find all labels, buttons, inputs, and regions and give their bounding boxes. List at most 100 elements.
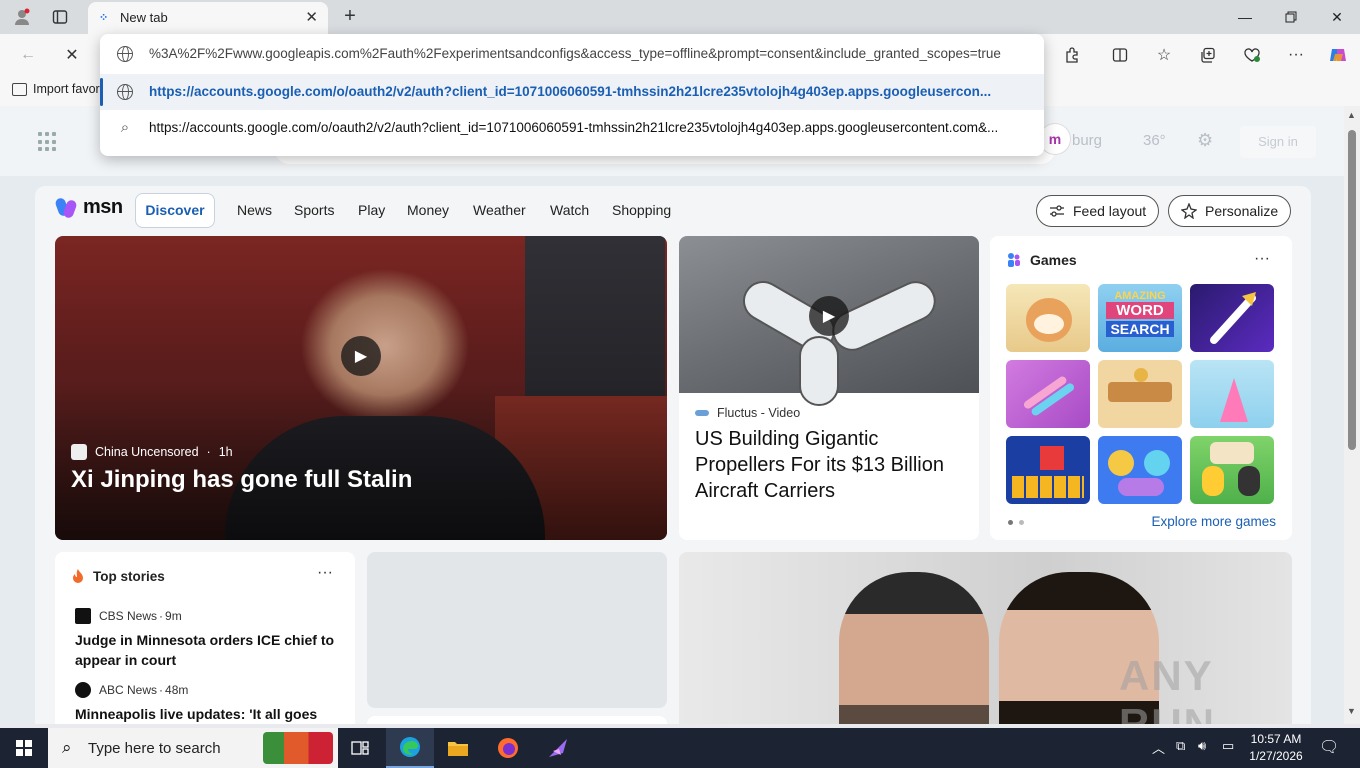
nav-sports[interactable]: Sports	[294, 202, 334, 218]
globe-icon	[117, 46, 133, 62]
game-tile-characters[interactable]	[1190, 436, 1274, 504]
weather-temperature[interactable]: 36°	[1143, 132, 1166, 149]
tab-actions-icon[interactable]	[46, 4, 74, 30]
game-tile-sort-balls[interactable]	[1098, 436, 1182, 504]
hero-source-name: China Uncensored	[95, 445, 199, 459]
clock-date: 1/27/2026	[1249, 749, 1303, 763]
suggestion-url[interactable]: https://accounts.google.com/o/oauth2/v2/…	[100, 74, 1044, 110]
search-icon: ⌕	[120, 119, 130, 136]
personalize-label: Personalize	[1205, 203, 1279, 219]
hero-age: 1h	[218, 445, 233, 459]
title-bar: ⁘ New tab ✕ + — ✕	[0, 0, 1360, 34]
msn-logo[interactable]: msn	[54, 196, 123, 219]
nav-shopping[interactable]: Shopping	[612, 202, 671, 218]
windows-taskbar: ⌕ Type here to search ︿ ⧉ 🔊︎ ▭ 10:57 AM …	[0, 728, 1360, 768]
scroll-down-icon[interactable]: ▼	[1347, 706, 1356, 716]
hero-title[interactable]: Xi Jinping has gone full Stalin	[71, 466, 412, 494]
play-icon[interactable]: ▶	[341, 336, 381, 376]
game-tile-rocket[interactable]	[1190, 284, 1274, 352]
personalize-button[interactable]: Personalize	[1168, 195, 1292, 227]
taskbar-search-placeholder: Type here to search	[88, 740, 221, 757]
search-highlight-image	[263, 732, 333, 764]
copilot-search-icon[interactable]: m	[1040, 124, 1070, 154]
nav-weather[interactable]: Weather	[473, 202, 526, 218]
article-source: Fluctus - Video	[695, 406, 800, 420]
import-favorites-button[interactable]: Import favor	[12, 82, 100, 96]
nav-money[interactable]: Money	[407, 202, 449, 218]
games-more-icon[interactable]: ···	[1254, 250, 1270, 268]
taskbar-search-box[interactable]: ⌕ Type here to search	[48, 728, 338, 768]
sign-in-button[interactable]: Sign in	[1240, 126, 1316, 158]
list-item[interactable]: ABC News · 48m Minneapolis live updates:…	[75, 682, 345, 724]
game-tile-word-search[interactable]: AMAZING WORD SEARCH	[1098, 284, 1182, 352]
firefox-taskbar-icon[interactable]	[484, 728, 532, 768]
story-title: Judge in Minnesota orders ICE chief to a…	[75, 632, 335, 668]
nav-discover-tab[interactable]: Discover	[135, 193, 215, 228]
feed-layout-button[interactable]: Feed layout	[1036, 195, 1160, 227]
nav-play[interactable]: Play	[358, 202, 385, 218]
notifications-icon[interactable]: 🗨︎	[1319, 737, 1339, 757]
list-item[interactable]: CBS News · 9m Judge in Minnesota orders …	[75, 608, 345, 670]
carousel-dots[interactable]	[1008, 520, 1024, 525]
games-card: Games ··· AMAZING WORD SEARCH Explore mo…	[990, 236, 1292, 540]
top-stories-more-icon[interactable]: ···	[317, 564, 333, 582]
game-tile-ice-cream[interactable]	[1190, 360, 1274, 428]
hero-story-card[interactable]: ▶ China Uncensored · 1h Xi Jinping has g…	[55, 236, 667, 540]
suggestion-text: https://accounts.google.com/o/oauth2/v2/…	[149, 120, 999, 135]
cbs-news-logo-icon	[75, 608, 91, 624]
file-explorer-taskbar-icon[interactable]	[434, 728, 482, 768]
stop-loading-button[interactable]: ✕	[58, 41, 86, 69]
scrollbar-thumb[interactable]	[1348, 130, 1356, 450]
close-tab-icon[interactable]: ✕	[305, 8, 318, 26]
close-window-button[interactable]: ✕	[1314, 0, 1360, 34]
game-tile-shiba[interactable]	[1006, 284, 1090, 352]
import-favorites-label: Import favor	[33, 82, 100, 96]
page-scrollbar[interactable]: ▲ ▼	[1344, 106, 1360, 724]
explore-more-games-link[interactable]: Explore more games	[1151, 514, 1276, 529]
network-icon[interactable]: ⧉	[1176, 738, 1185, 754]
games-title: Games	[1030, 252, 1077, 268]
settings-gear-icon[interactable]: ⚙	[1197, 130, 1213, 151]
game-tile-wood-screws[interactable]	[1098, 360, 1182, 428]
app-launcher-icon[interactable]	[38, 132, 58, 152]
address-text[interactable]: %3A%2F%2Fwww.googleapis.com%2Fauth%2Fexp…	[149, 46, 1035, 61]
suggestion-search[interactable]: ⌕ https://accounts.google.com/o/oauth2/v…	[100, 110, 1044, 146]
more-options-icon[interactable]: ···	[1282, 41, 1310, 69]
article-title[interactable]: US Building Gigantic Propellers For its …	[695, 426, 965, 504]
browser-essentials-icon[interactable]	[1238, 41, 1266, 69]
game-tile-brushes[interactable]	[1006, 360, 1090, 428]
nav-watch[interactable]: Watch	[550, 202, 589, 218]
game-tile-blocks[interactable]	[1006, 436, 1090, 504]
minimize-button[interactable]: —	[1222, 0, 1268, 34]
top-stories-card: Top stories ··· CBS News · 9m Judge in M…	[55, 552, 355, 724]
photo-person	[839, 572, 989, 724]
scroll-up-icon[interactable]: ▲	[1347, 110, 1356, 120]
split-screen-icon[interactable]	[1106, 41, 1134, 69]
msn-new-tab-page: m burg 36° ⚙ Sign in msn Discover News S…	[0, 106, 1344, 724]
favorites-icon[interactable]: ☆	[1150, 41, 1178, 69]
edge-taskbar-icon[interactable]	[386, 728, 434, 768]
address-bar-input[interactable]: %3A%2F%2Fwww.googleapis.com%2Fauth%2Fexp…	[100, 36, 1044, 72]
start-button[interactable]	[0, 728, 48, 768]
collections-icon[interactable]	[1194, 41, 1222, 69]
show-hidden-icons-icon[interactable]: ︿	[1152, 738, 1165, 757]
task-view-button[interactable]	[336, 728, 384, 768]
app-taskbar-icon[interactable]	[534, 728, 582, 768]
import-icon	[12, 82, 27, 96]
new-tab-button[interactable]: +	[338, 4, 362, 28]
back-button[interactable]: ←	[14, 41, 42, 69]
photo-story-card[interactable]: ANY RUN	[679, 552, 1292, 724]
restore-button[interactable]	[1268, 0, 1314, 34]
volume-icon[interactable]: 🔊︎	[1198, 738, 1206, 754]
games-header: Games	[1006, 252, 1077, 268]
weather-location[interactable]: burg	[1072, 132, 1102, 149]
profile-icon[interactable]	[8, 4, 36, 30]
article-card[interactable]: ▶ Fluctus - Video US Building Gigantic P…	[679, 236, 979, 540]
extensions-icon[interactable]	[1058, 41, 1086, 69]
copilot-icon[interactable]	[1324, 41, 1352, 69]
system-clock[interactable]: 10:57 AM 1/27/2026	[1240, 731, 1312, 765]
input-icon[interactable]: ▭	[1222, 738, 1234, 754]
play-icon[interactable]: ▶	[809, 296, 849, 336]
nav-news[interactable]: News	[237, 202, 272, 218]
tab-new-tab[interactable]: ⁘ New tab ✕	[88, 2, 328, 34]
